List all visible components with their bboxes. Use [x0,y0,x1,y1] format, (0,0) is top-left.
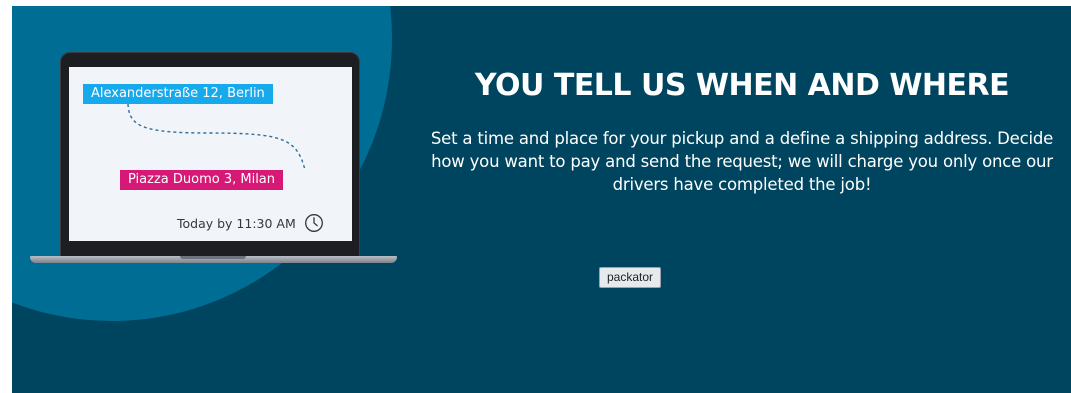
laptop-notch [180,256,246,259]
laptop-base [30,256,397,263]
eta-row: Today by 11:30 AM [177,212,324,234]
hero-description: Set a time and place for your pickup and… [430,129,1054,194]
hero-headline: YOU TELL US WHEN AND WHERE [474,68,1010,103]
eta-text: Today by 11:30 AM [177,215,296,231]
delivery-address-tag: Piazza Duomo 3, Milan [120,170,284,190]
pickup-address-tag: Alexanderstraße 12, Berlin [83,84,273,104]
packator-button[interactable]: packator [599,267,662,288]
laptop-illustration: Alexanderstraße 12, Berlin Piazza Duomo … [30,52,397,266]
clock-icon [304,213,324,233]
hero-banner: Alexanderstraße 12, Berlin Piazza Duomo … [12,6,1071,393]
laptop-screen: Alexanderstraße 12, Berlin Piazza Duomo … [69,67,352,241]
laptop-lid: Alexanderstraße 12, Berlin Piazza Duomo … [60,52,360,257]
